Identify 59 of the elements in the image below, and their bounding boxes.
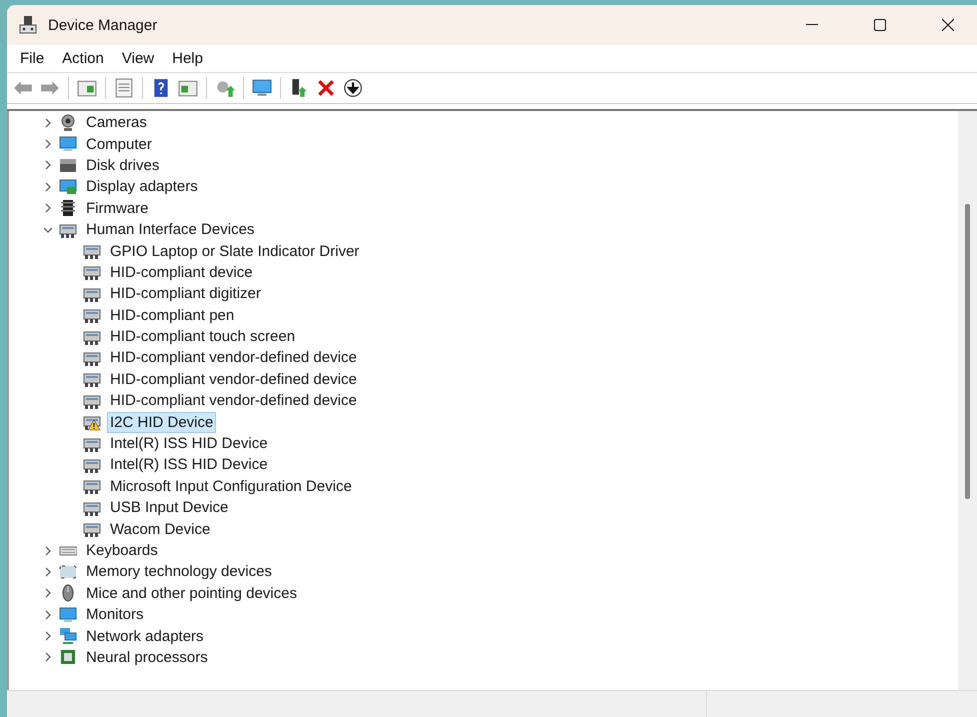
category-item[interactable]: Human Interface Devices [83,219,258,240]
category-item[interactable]: Neural processors [83,646,211,668]
network-icon [59,627,77,646]
category-item[interactable]: Firmware [83,198,152,219]
close-icon[interactable] [942,19,954,31]
category-item[interactable]: Display adapters [83,176,201,198]
menu-item[interactable]: View [112,50,164,67]
device-item[interactable]: HID-compliant digitizer [107,283,264,304]
device-item[interactable]: GPIO Laptop or Slate Indicator Driver [107,240,362,262]
device-item[interactable]: HID-compliant vendor-defined device [107,390,360,412]
display-adapter-icon [59,178,77,196]
device-item[interactable]: Intel(R) ISS HID Device [107,454,271,476]
device-item[interactable]: HID-compliant vendor-defined device [107,347,360,368]
uninstall-icon[interactable] [316,78,336,98]
expand-icon[interactable] [43,182,53,192]
menu-item[interactable]: Help [163,50,212,67]
category-item[interactable]: Keyboards [83,540,161,561]
category-item[interactable]: Cameras [83,112,150,134]
category-item[interactable]: Computer [83,134,155,155]
chip-icon [59,199,77,218]
category-item[interactable]: Mice and other pointing devices [83,582,300,604]
category-item[interactable]: Memory technology devices [83,561,275,582]
category-item[interactable]: Monitors [83,604,147,626]
memory-card-icon [59,562,77,581]
expand-icon[interactable] [43,631,53,642]
expand-icon[interactable] [43,610,53,620]
chip-icon [59,648,77,666]
menu-item[interactable]: Action [53,50,113,67]
device-item[interactable]: I2C HID Device [107,412,216,433]
expand-icon[interactable] [43,546,53,556]
device-item[interactable]: USB Input Device [107,497,232,518]
category-item[interactable]: Network adapters [83,626,207,647]
expand-icon[interactable] [43,588,53,598]
properties-icon[interactable] [114,78,134,98]
device-item[interactable]: HID-compliant touch screen [107,326,298,348]
window-title: Device Manager [48,16,158,34]
expand-icon[interactable] [43,203,53,214]
monitor-icon [59,135,77,154]
scrollbar-thumb[interactable] [965,204,970,499]
device-item[interactable]: HID-compliant pen [107,304,238,326]
camera-icon [59,114,77,132]
disk-drive-icon [59,156,77,174]
device-item[interactable]: Intel(R) ISS HID Device [107,433,271,454]
monitor-icon [59,606,77,624]
device-item[interactable]: HID-compliant vendor-defined device [107,368,360,390]
menu-item[interactable]: File [11,50,54,67]
expand-icon[interactable] [43,652,53,662]
expand-icon[interactable] [43,118,53,128]
collapse-icon[interactable] [43,224,53,235]
device-item[interactable]: Wacom Device [107,518,214,540]
scrollbar[interactable] [958,111,977,690]
category-item[interactable]: Disk drives [83,154,162,176]
device-item[interactable]: HID-compliant device [107,262,256,283]
minimize-icon[interactable] [806,24,818,26]
expand-icon[interactable] [43,139,53,150]
device-item[interactable]: Microsoft Input Configuration Device [107,476,355,497]
maximize-icon[interactable] [874,19,886,31]
expand-icon[interactable] [43,160,53,170]
expand-icon[interactable] [43,566,53,577]
